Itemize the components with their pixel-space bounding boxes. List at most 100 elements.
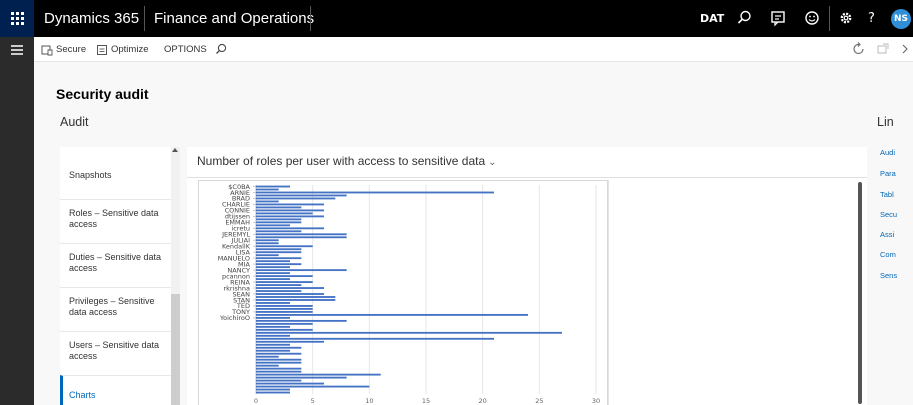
tile-snapshots[interactable]: Snapshots bbox=[60, 170, 171, 181]
link-audit[interactable]: Audi bbox=[880, 148, 895, 157]
bar[interactable] bbox=[256, 224, 290, 227]
bar[interactable] bbox=[256, 391, 290, 394]
bar[interactable] bbox=[256, 316, 290, 319]
bar[interactable] bbox=[256, 245, 313, 248]
bar[interactable] bbox=[256, 308, 313, 310]
bar[interactable] bbox=[256, 242, 279, 245]
bar[interactable] bbox=[256, 251, 302, 254]
bar[interactable] bbox=[256, 227, 324, 230]
tile-roles-sensitive-data-access[interactable]: Roles – Sensitive data access bbox=[60, 199, 171, 230]
bar[interactable] bbox=[256, 370, 302, 373]
bar[interactable] bbox=[256, 185, 290, 188]
search-icon[interactable] bbox=[214, 42, 228, 56]
secure-button[interactable]: Secure bbox=[41, 37, 86, 62]
module-name[interactable]: Finance and Operations bbox=[154, 0, 314, 37]
bar[interactable] bbox=[256, 275, 313, 278]
popout-icon[interactable] bbox=[874, 40, 892, 58]
bar[interactable] bbox=[256, 218, 302, 221]
bar[interactable] bbox=[256, 209, 324, 212]
bar[interactable] bbox=[256, 266, 290, 269]
bar[interactable] bbox=[256, 346, 302, 349]
search-icon[interactable] bbox=[734, 8, 754, 28]
link-parameters[interactable]: Para bbox=[880, 169, 896, 178]
tile-users-sensitive-data-access[interactable]: Users – Sensitive data access bbox=[60, 331, 171, 362]
tile-privileges-sensitive-data-access[interactable]: Privileges – Sensitive data access bbox=[60, 287, 171, 318]
bar[interactable] bbox=[256, 206, 302, 209]
bar[interactable] bbox=[256, 257, 302, 260]
bar[interactable] bbox=[256, 343, 290, 346]
bar[interactable] bbox=[256, 290, 302, 292]
bar[interactable] bbox=[256, 281, 313, 283]
bar[interactable] bbox=[256, 349, 290, 352]
scroll-up-arrow-icon[interactable] bbox=[172, 148, 178, 152]
link-common[interactable]: Com bbox=[880, 250, 896, 259]
bar[interactable] bbox=[256, 230, 302, 233]
bar[interactable] bbox=[256, 331, 562, 334]
link-security[interactable]: Secu bbox=[880, 210, 897, 219]
link-assign[interactable]: Assi bbox=[880, 230, 894, 239]
bar[interactable] bbox=[256, 194, 347, 197]
bar[interactable] bbox=[256, 296, 336, 298]
options-tab[interactable]: OPTIONS bbox=[164, 37, 207, 62]
bar[interactable] bbox=[256, 221, 302, 224]
bar[interactable] bbox=[256, 284, 302, 286]
bar[interactable] bbox=[256, 302, 290, 304]
bar[interactable] bbox=[256, 325, 290, 328]
bar[interactable] bbox=[256, 376, 347, 379]
bar[interactable] bbox=[256, 188, 279, 191]
bar[interactable] bbox=[256, 191, 494, 194]
gear-icon[interactable] bbox=[836, 8, 856, 28]
bar[interactable] bbox=[256, 352, 302, 355]
bar[interactable] bbox=[256, 310, 313, 313]
bar[interactable] bbox=[256, 328, 313, 331]
bar[interactable] bbox=[256, 373, 381, 376]
bar[interactable] bbox=[256, 236, 347, 239]
bar[interactable] bbox=[256, 313, 528, 316]
bar[interactable] bbox=[256, 379, 302, 382]
chart-panel-scrollbar[interactable] bbox=[858, 182, 862, 404]
bar[interactable] bbox=[256, 337, 494, 340]
smiley-icon[interactable] bbox=[802, 8, 822, 28]
bar[interactable] bbox=[256, 385, 370, 388]
bar[interactable] bbox=[256, 358, 302, 361]
link-tables[interactable]: Tabl bbox=[880, 190, 894, 199]
bar[interactable] bbox=[256, 260, 290, 263]
bar[interactable] bbox=[256, 254, 279, 257]
app-name[interactable]: Dynamics 365 bbox=[44, 0, 139, 37]
optimize-button[interactable]: Optimize bbox=[96, 37, 148, 62]
app-launcher-button[interactable] bbox=[0, 0, 34, 37]
bar[interactable] bbox=[256, 299, 336, 301]
bar[interactable] bbox=[256, 364, 279, 367]
bar[interactable] bbox=[256, 269, 347, 272]
company-picker[interactable]: DAT bbox=[700, 0, 724, 37]
chart-title-dropdown[interactable]: Number of roles per user with access to … bbox=[197, 154, 497, 168]
tile-list-scroll-thumb[interactable] bbox=[171, 294, 180, 405]
bar[interactable] bbox=[256, 322, 313, 325]
bar[interactable] bbox=[256, 355, 279, 358]
bar[interactable] bbox=[256, 319, 347, 322]
help-button[interactable]: ? bbox=[868, 0, 875, 37]
bar[interactable] bbox=[256, 334, 290, 337]
bar[interactable] bbox=[256, 248, 302, 251]
navigation-menu-button[interactable] bbox=[0, 37, 34, 62]
bar[interactable] bbox=[256, 239, 279, 242]
bar[interactable] bbox=[256, 197, 336, 200]
bar[interactable] bbox=[256, 200, 279, 203]
bar[interactable] bbox=[256, 278, 290, 281]
bar[interactable] bbox=[256, 287, 324, 289]
bar[interactable] bbox=[256, 203, 324, 206]
bar[interactable] bbox=[256, 340, 324, 343]
bar[interactable] bbox=[256, 233, 347, 236]
tile-duties-sensitive-data-access[interactable]: Duties – Sensitive data access bbox=[60, 243, 171, 274]
refresh-icon[interactable] bbox=[850, 40, 868, 58]
bar[interactable] bbox=[256, 382, 324, 385]
bar[interactable] bbox=[256, 215, 324, 218]
bar[interactable] bbox=[256, 293, 324, 295]
bar[interactable] bbox=[256, 367, 302, 370]
bar[interactable] bbox=[256, 212, 313, 215]
user-avatar[interactable]: NS bbox=[891, 9, 911, 29]
link-sensitive[interactable]: Sens bbox=[880, 271, 897, 280]
tile-charts[interactable]: Charts bbox=[60, 375, 171, 405]
chat-icon[interactable] bbox=[768, 8, 788, 28]
bar[interactable] bbox=[256, 305, 313, 307]
